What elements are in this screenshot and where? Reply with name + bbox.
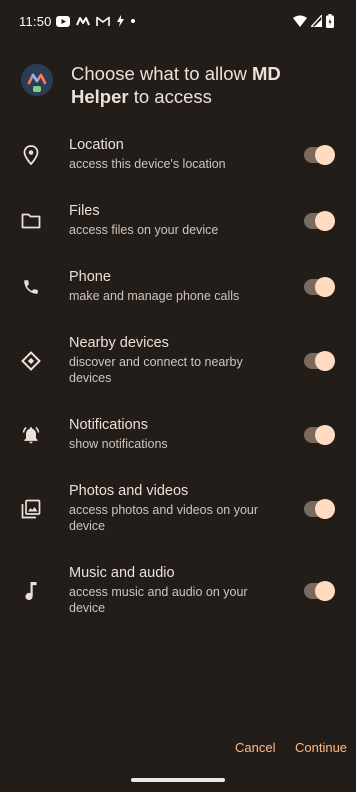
location-icon [20,144,42,166]
permission-title: Phone [69,269,111,285]
gesture-nav-handle[interactable] [131,778,225,782]
music-note-icon [20,580,42,602]
toggle-knob [315,581,335,601]
permission-title: Nearby devices [69,335,169,351]
toggle-knob [315,277,335,297]
permission-description: access music and audio on your device [69,585,248,615]
phone-toggle[interactable] [304,277,335,297]
permission-title: Music and audio [69,565,175,581]
toggle-knob [315,211,335,231]
status-system-icons [293,13,334,29]
permission-title: Location [69,137,124,153]
dot-icon [131,19,135,23]
permission-description: access this device's location [69,157,226,171]
title-prefix: Choose what to allow [71,63,252,84]
permission-title: Files [69,203,100,219]
battery-charging-icon [326,14,334,28]
status-bar: 11:50 [0,0,356,42]
status-time: 11:50 [19,14,52,29]
toggle-knob [315,499,335,519]
dialog-title: Choose what to allow MD Helper to access [71,62,331,108]
nearby-devices-icon [20,350,42,372]
wifi-icon [293,15,307,27]
music-audio-toggle[interactable] [304,581,335,601]
nearby-devices-toggle[interactable] [304,351,335,371]
app-logo [21,64,53,96]
gmail-icon [96,16,110,27]
notification-bell-icon [20,424,42,446]
flash-icon [116,15,125,27]
youtube-icon [56,15,70,27]
permission-title: Notifications [69,417,148,433]
location-toggle[interactable] [304,145,335,165]
permission-description: access photos and videos on your device [69,503,259,533]
cancel-button[interactable]: Cancel [235,740,275,755]
permission-description: make and manage phone calls [69,289,240,303]
phone-icon [20,276,42,298]
app-m-icon [76,16,90,26]
folder-icon [20,210,42,232]
permission-description: show notifications [69,437,168,451]
toggle-knob [315,145,335,165]
title-suffix: to access [128,86,212,107]
permission-description: access files on your device [69,223,219,237]
permission-description: discover and connect to nearby devices [69,355,243,385]
files-toggle[interactable] [304,211,335,231]
toggle-knob [315,425,335,445]
continue-button[interactable]: Continue [295,740,347,755]
photos-videos-toggle[interactable] [304,499,335,519]
notifications-toggle[interactable] [304,425,335,445]
toggle-knob [315,351,335,371]
signal-icon [311,15,322,27]
status-notification-icons [56,14,135,28]
permission-title: Photos and videos [69,483,189,499]
photo-library-icon [20,498,42,520]
